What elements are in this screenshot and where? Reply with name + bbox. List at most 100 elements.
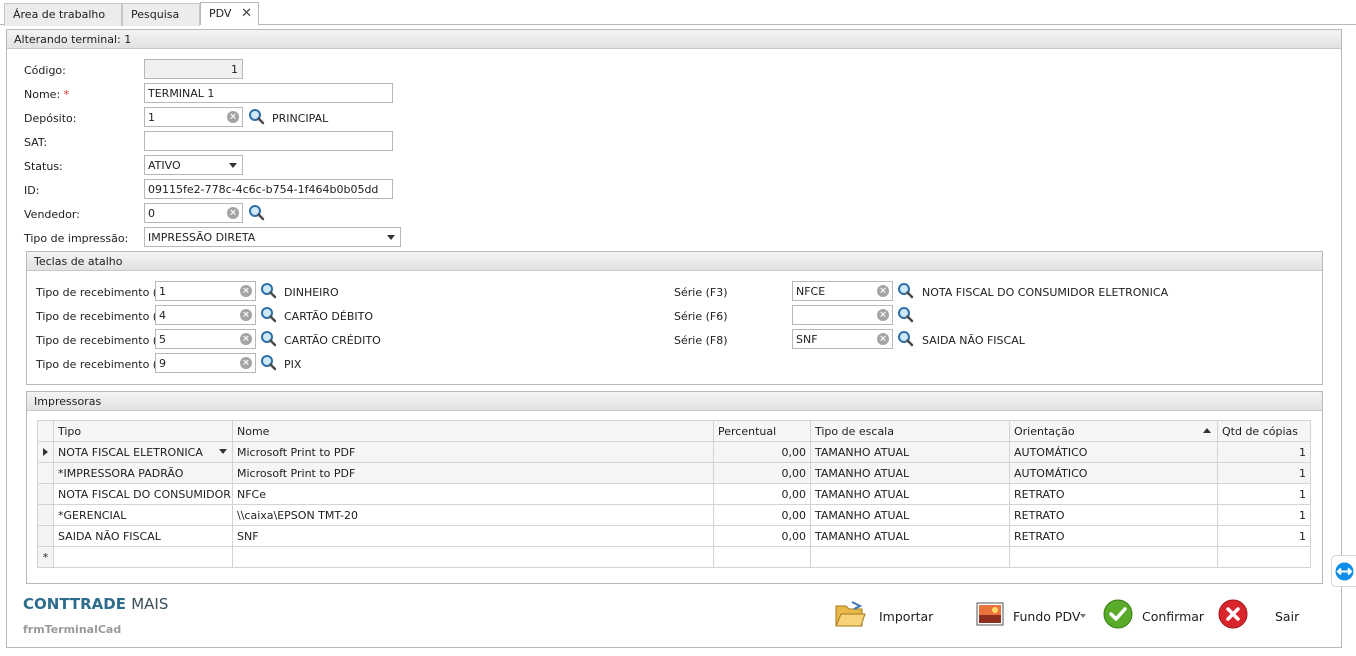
recebimento-3-field[interactable]: 5 × — [155, 329, 256, 349]
search-icon[interactable] — [260, 330, 277, 347]
cell-percentual[interactable]: 0,00 — [713, 462, 811, 484]
cell-tipo[interactable]: SAIDA NÃO FISCAL — [53, 525, 233, 547]
clear-icon[interactable]: × — [240, 285, 252, 297]
search-icon[interactable] — [897, 306, 914, 323]
search-icon[interactable] — [260, 282, 277, 299]
cell-nome[interactable]: SNF — [232, 525, 714, 547]
nome-field[interactable]: TERMINAL 1 — [144, 83, 393, 103]
status-select[interactable]: ATIVO — [144, 155, 243, 175]
search-icon[interactable] — [248, 204, 265, 221]
col-tipo[interactable]: Tipo — [53, 420, 233, 442]
cell-orientacao[interactable]: RETRATO — [1009, 525, 1218, 547]
cell-escala[interactable]: TAMANHO ATUAL — [810, 483, 1010, 505]
tab-pdv[interactable]: PDV ✕ — [200, 2, 259, 25]
cell-copias[interactable]: 1 — [1217, 462, 1311, 484]
confirmar-button[interactable]: Confirmar — [1103, 596, 1213, 632]
row-indicator — [37, 525, 54, 547]
cell-orientacao[interactable]: AUTOMÁTICO — [1009, 441, 1218, 463]
search-icon[interactable] — [897, 282, 914, 299]
chevron-down-icon — [387, 235, 395, 240]
table-row[interactable]: *IMPRESSORA PADRÃO Microsoft Print to PD… — [37, 462, 1311, 484]
cell-tipo[interactable]: *GERENCIAL — [53, 504, 233, 526]
cell-escala[interactable]: TAMANHO ATUAL — [810, 462, 1010, 484]
new-cell-nome[interactable] — [232, 546, 714, 568]
search-icon[interactable] — [260, 354, 277, 371]
col-percentual[interactable]: Percentual — [713, 420, 811, 442]
recebimento-2-label: Tipo de recebimento (2) — [36, 310, 169, 323]
remote-support-widget[interactable] — [1331, 555, 1356, 587]
serie-f8-field[interactable]: SNF × — [792, 329, 893, 349]
search-icon[interactable] — [897, 330, 914, 347]
col-orientacao[interactable]: Orientação — [1009, 420, 1218, 442]
tab-pesquisa[interactable]: Pesquisa — [122, 3, 200, 26]
clear-icon[interactable]: × — [227, 207, 239, 219]
cell-percentual[interactable]: 0,00 — [713, 483, 811, 505]
new-cell-escala[interactable] — [810, 546, 1010, 568]
cell-tipo[interactable]: *IMPRESSORA PADRÃO — [53, 462, 233, 484]
cell-orientacao[interactable]: RETRATO — [1009, 483, 1218, 505]
recebimento-2-field[interactable]: 4 × — [155, 305, 256, 325]
new-cell-copias[interactable] — [1217, 546, 1311, 568]
cell-percentual[interactable]: 0,00 — [713, 504, 811, 526]
serie-f3-field[interactable]: NFCE × — [792, 281, 893, 301]
cell-tipo[interactable]: NOTA FISCAL DO CONSUMIDOR ... — [53, 483, 233, 505]
clear-icon[interactable]: × — [240, 333, 252, 345]
sair-button[interactable]: Sair — [1218, 596, 1308, 632]
new-cell-tipo[interactable] — [53, 546, 233, 568]
tipo-impressao-select[interactable]: IMPRESSÃO DIRETA — [144, 227, 401, 247]
cell-nome[interactable]: Microsoft Print to PDF — [232, 441, 714, 463]
recebimento-1-field[interactable]: 1 × — [155, 281, 256, 301]
clear-icon[interactable]: × — [227, 111, 239, 123]
nome-label: Nome: * — [24, 88, 70, 101]
clear-icon[interactable]: × — [877, 309, 889, 321]
table-row[interactable]: NOTA FISCAL DO CONSUMIDOR ... NFCe 0,00 … — [37, 483, 1311, 505]
cell-copias[interactable]: 1 — [1217, 525, 1311, 547]
cell-orientacao[interactable]: RETRATO — [1009, 504, 1218, 526]
cell-copias[interactable]: 1 — [1217, 441, 1311, 463]
recebimento-4-field[interactable]: 9 × — [155, 353, 256, 373]
cell-tipo[interactable]: NOTA FISCAL ELETRONICA — [53, 441, 233, 463]
sat-field[interactable] — [144, 131, 393, 151]
new-cell-orientacao[interactable] — [1009, 546, 1218, 568]
cell-copias[interactable]: 1 — [1217, 483, 1311, 505]
new-cell-percentual[interactable] — [713, 546, 811, 568]
id-field[interactable]: 09115fe2-778c-4c6c-b754-1f464b0b05dd — [144, 179, 393, 199]
cell-escala[interactable]: TAMANHO ATUAL — [810, 441, 1010, 463]
tab-area-de-trabalho[interactable]: Área de trabalho — [4, 3, 122, 26]
cell-nome[interactable]: \\caixa\EPSON TMT-20 — [232, 504, 714, 526]
brand-logo: CONTTRADE MAIS — [23, 595, 168, 613]
chevron-down-icon[interactable] — [219, 449, 227, 454]
new-row[interactable]: * — [37, 546, 1311, 568]
fundo-pdv-button[interactable]: Fundo PDV — [976, 596, 1088, 632]
cell-copias[interactable]: 1 — [1217, 504, 1311, 526]
recebimento-3-value: 5 — [159, 333, 166, 346]
col-nome[interactable]: Nome — [232, 420, 714, 442]
cell-orientacao[interactable]: AUTOMÁTICO — [1009, 462, 1218, 484]
importar-button[interactable]: Importar — [834, 596, 944, 632]
cell-percentual[interactable]: 0,00 — [713, 441, 811, 463]
search-icon[interactable] — [248, 108, 265, 125]
impressoras-grid[interactable]: Tipo Nome Percentual Tipo de escala Orie… — [37, 420, 1311, 568]
teclas-atalho-group: Teclas de atalho Tipo de recebimento (1)… — [26, 251, 1323, 385]
table-row[interactable]: NOTA FISCAL ELETRONICA Microsoft Print t… — [37, 441, 1311, 463]
cell-escala[interactable]: TAMANHO ATUAL — [810, 525, 1010, 547]
tab-label: Pesquisa — [131, 8, 180, 21]
cell-percentual[interactable]: 0,00 — [713, 525, 811, 547]
cell-escala[interactable]: TAMANHO ATUAL — [810, 504, 1010, 526]
close-icon[interactable]: ✕ — [241, 6, 252, 21]
clear-icon[interactable]: × — [877, 333, 889, 345]
clear-icon[interactable]: × — [240, 357, 252, 369]
table-row[interactable]: SAIDA NÃO FISCAL SNF 0,00 TAMANHO ATUAL … — [37, 525, 1311, 547]
clear-icon[interactable]: × — [240, 309, 252, 321]
col-tipo-escala[interactable]: Tipo de escala — [810, 420, 1010, 442]
clear-icon[interactable]: × — [877, 285, 889, 297]
deposito-field[interactable]: 1 × — [144, 107, 243, 127]
table-row[interactable]: *GERENCIAL \\caixa\EPSON TMT-20 0,00 TAM… — [37, 504, 1311, 526]
col-qtd-copias[interactable]: Qtd de cópias — [1217, 420, 1311, 442]
recebimento-2-value: 4 — [159, 309, 166, 322]
cell-nome[interactable]: Microsoft Print to PDF — [232, 462, 714, 484]
serie-f6-field[interactable]: × — [792, 305, 893, 325]
vendedor-field[interactable]: 0 × — [144, 203, 243, 223]
cell-nome[interactable]: NFCe — [232, 483, 714, 505]
search-icon[interactable] — [260, 306, 277, 323]
